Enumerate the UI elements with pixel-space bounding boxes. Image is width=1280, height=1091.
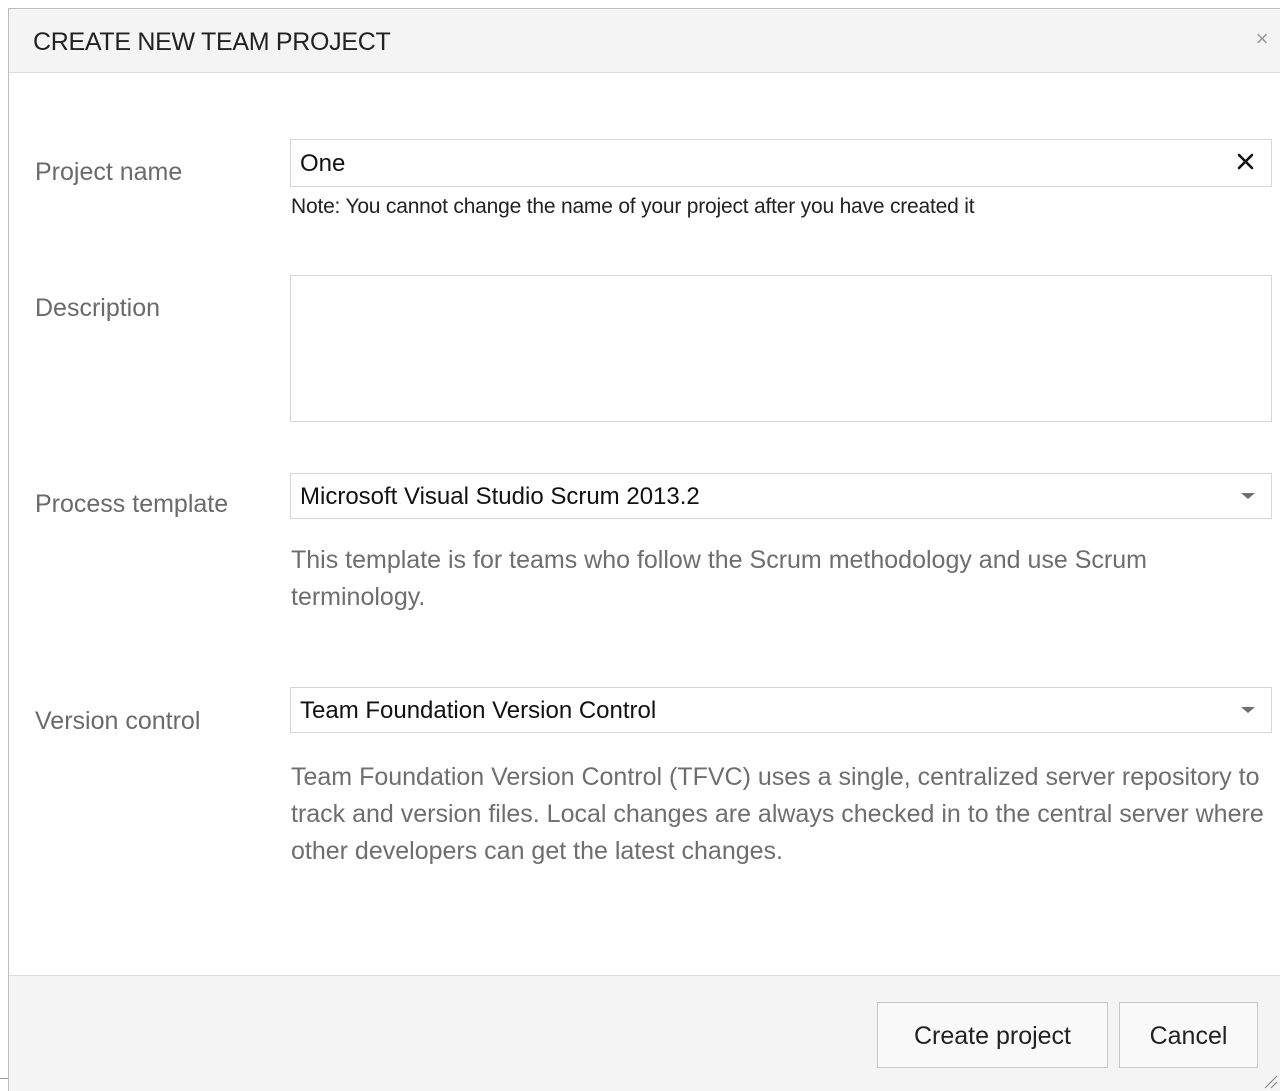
background-line	[0, 1078, 8, 1079]
cancel-button[interactable]: Cancel	[1119, 1002, 1258, 1068]
version-control-value: Team Foundation Version Control	[300, 697, 657, 724]
project-name-input[interactable]: One	[290, 139, 1272, 187]
dialog-title: CREATE NEW TEAM PROJECT	[33, 28, 391, 56]
clear-icon[interactable]	[1233, 149, 1259, 175]
chevron-down-icon[interactable]	[1241, 707, 1255, 713]
version-control-help: Team Foundation Version Control (TFVC) u…	[291, 763, 1264, 865]
description-textarea[interactable]	[290, 275, 1272, 422]
create-team-project-dialog: CREATE NEW TEAM PROJECT × Project name O…	[8, 8, 1280, 1091]
process-template-value: Microsoft Visual Studio Scrum 2013.2	[300, 483, 700, 510]
version-control-label: Version control	[35, 707, 201, 735]
close-icon[interactable]: ×	[1250, 27, 1274, 51]
process-template-label: Process template	[35, 490, 229, 518]
chevron-down-icon[interactable]	[1241, 493, 1255, 499]
project-name-note: Note: You cannot change the name of your…	[291, 195, 975, 218]
page: CREATE NEW TEAM PROJECT × Project name O…	[0, 0, 1280, 1091]
description-label: Description	[35, 294, 161, 322]
project-name-value: One	[300, 150, 346, 177]
dialog-title-bar: CREATE NEW TEAM PROJECT ×	[9, 9, 1280, 73]
process-template-select[interactable]: Microsoft Visual Studio Scrum 2013.2	[290, 473, 1272, 519]
version-control-select[interactable]: Team Foundation Version Control	[290, 687, 1272, 733]
resize-grip-icon[interactable]	[1262, 1073, 1278, 1089]
process-template-help: This template is for teams who follow th…	[291, 546, 1147, 611]
create-project-button[interactable]: Create project	[877, 1002, 1108, 1068]
project-name-label: Project name	[35, 158, 183, 186]
